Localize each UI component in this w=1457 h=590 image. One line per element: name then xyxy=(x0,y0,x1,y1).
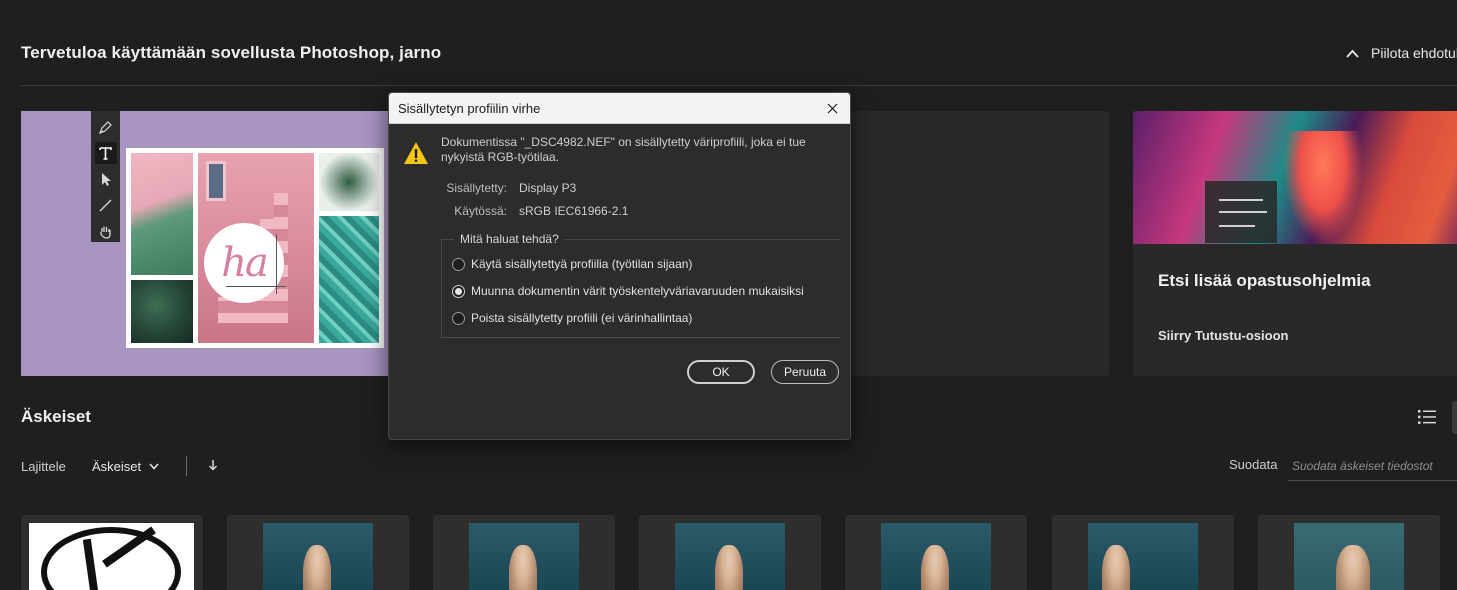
embedded-profile-label: Sisällytetty: xyxy=(446,181,507,195)
grid-view-button[interactable] xyxy=(1452,401,1457,434)
select-icon xyxy=(95,168,117,190)
discover-card[interactable]: Etsi lisää opastusohjelmia Siirry Tutust… xyxy=(1133,111,1457,376)
radio-convert-colors[interactable] xyxy=(452,284,465,298)
action-question: Mitä haluat tehdä? xyxy=(454,232,565,246)
close-icon xyxy=(827,103,837,113)
filter-input[interactable] xyxy=(1288,451,1457,481)
discover-title: Etsi lisää opastusohjelmia xyxy=(1158,271,1371,290)
welcome-title: Tervetuloa käyttämään sovellusta Photosh… xyxy=(21,43,442,62)
embedded-profile-value: Display P3 xyxy=(519,181,577,195)
dialog-title: Sisällytetyn profiilin virhe xyxy=(398,100,541,116)
ha-text: ha xyxy=(221,240,269,286)
sort-divider xyxy=(186,456,187,476)
recent-file-thumb[interactable] xyxy=(1052,515,1234,590)
hide-suggestions-label: Piilota ehdotul xyxy=(1371,45,1457,61)
leaves-photo xyxy=(131,280,193,343)
recent-file-thumb[interactable] xyxy=(227,515,409,590)
option-label: Poista sisällytetty profiili (ei värinha… xyxy=(471,311,693,325)
radio-discard-profile[interactable] xyxy=(452,311,465,325)
recent-title: Äskeiset xyxy=(21,407,91,426)
monstera-photo xyxy=(319,153,379,211)
discover-link[interactable]: Siirry Tutustu-osioon xyxy=(1158,328,1288,343)
type-icon xyxy=(94,142,117,164)
working-profile-label: Käytössä: xyxy=(454,204,507,218)
layers-panel-illustration xyxy=(1205,181,1277,243)
pen-icon xyxy=(95,116,117,138)
option-discard-profile[interactable]: Poista sisällytetty profiili (ei värinha… xyxy=(452,311,692,325)
header-divider xyxy=(21,85,1457,86)
recent-file-thumb[interactable] xyxy=(845,515,1027,590)
recent-file-thumb[interactable] xyxy=(21,515,203,590)
close-button[interactable] xyxy=(824,100,840,116)
dialog-titlebar[interactable]: Sisällytetyn profiilin virhe xyxy=(389,93,850,124)
line-icon xyxy=(95,194,117,216)
list-view-icon[interactable] xyxy=(1418,410,1436,424)
option-label: Käytä sisällytettyä profiilia (työtilan … xyxy=(471,257,693,271)
ok-button[interactable]: OK xyxy=(687,360,755,384)
tutorial-card[interactable]: ha xyxy=(21,111,401,376)
working-profile-value: sRGB IEC61966-2.1 xyxy=(519,204,629,218)
option-convert-colors[interactable]: Muunna dokumentin värit työskentelyväria… xyxy=(452,284,804,298)
chevron-down-icon xyxy=(149,463,159,470)
pool-photo xyxy=(319,216,379,343)
dialog-message: Dokumentissa "_DSC4982.NEF" on sisällyte… xyxy=(441,135,806,164)
recent-file-thumb[interactable] xyxy=(1258,515,1440,590)
cancel-button[interactable]: Peruuta xyxy=(771,360,839,384)
flamingo-image xyxy=(1133,111,1457,244)
hand-icon xyxy=(95,220,117,242)
toolbar-illustration xyxy=(91,111,120,242)
hide-suggestions-toggle[interactable]: Piilota ehdotul xyxy=(1346,45,1457,61)
recent-file-thumb[interactable] xyxy=(639,515,821,590)
tutorial-card-2[interactable] xyxy=(848,111,1109,376)
sort-direction-arrow-icon[interactable] xyxy=(206,458,220,472)
chevron-up-icon xyxy=(1346,49,1359,58)
cactus-photo xyxy=(131,153,193,275)
sort-dropdown[interactable]: Äskeiset xyxy=(92,459,159,474)
radio-use-embedded[interactable] xyxy=(452,257,465,271)
sort-value: Äskeiset xyxy=(92,459,142,474)
option-label: Muunna dokumentin värit työskentelyväria… xyxy=(471,284,804,298)
embedded-profile-dialog: Sisällytetyn profiilin virhe Dokumentiss… xyxy=(388,92,851,440)
sort-label: Lajittele xyxy=(21,459,66,474)
collage-artwork: ha xyxy=(126,148,384,348)
warning-icon xyxy=(404,142,428,164)
option-use-embedded[interactable]: Käytä sisällytettyä profiilia (työtilan … xyxy=(452,257,692,271)
filter-label: Suodata xyxy=(1229,457,1278,472)
recent-file-thumb[interactable] xyxy=(433,515,615,590)
ha-circle: ha xyxy=(204,223,284,303)
